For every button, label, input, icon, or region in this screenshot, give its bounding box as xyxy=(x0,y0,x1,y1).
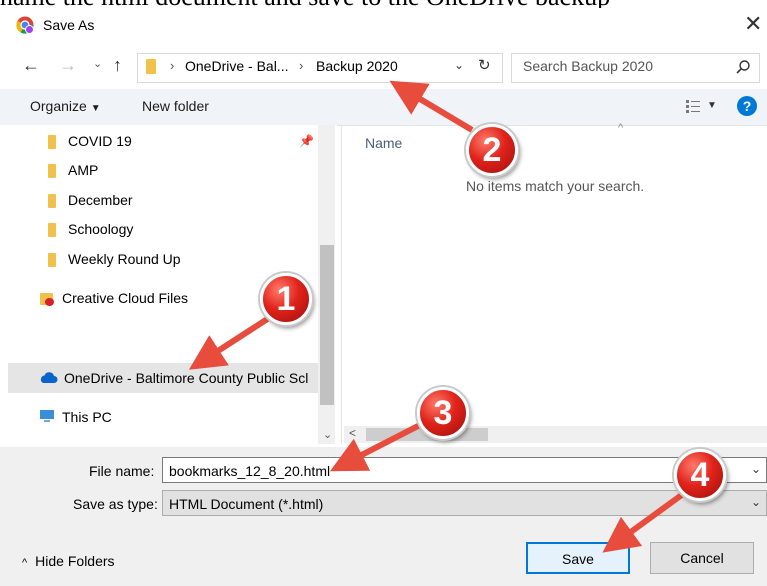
arrow-to-onedrive xyxy=(188,313,274,370)
arrow-to-backup-folder xyxy=(389,80,474,133)
arrow-to-file-name xyxy=(329,422,422,472)
step-2-badge: 2 xyxy=(466,124,518,176)
arrow-to-save-button xyxy=(602,491,685,553)
annotation-arrows xyxy=(188,80,685,553)
step-3-badge: 3 xyxy=(417,387,469,439)
step-4-badge: 4 xyxy=(674,449,726,501)
step-1-badge: 1 xyxy=(260,273,312,325)
